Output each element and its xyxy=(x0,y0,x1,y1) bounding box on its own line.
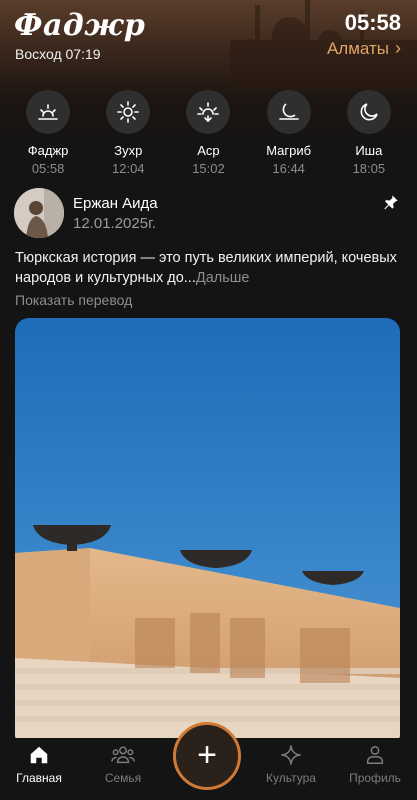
post-date: 12.01.2025г. xyxy=(73,214,156,232)
sunrise-time: Восход 07:19 xyxy=(15,46,101,62)
moon-icon xyxy=(346,90,391,134)
profile-icon xyxy=(366,746,384,764)
plus-icon: + xyxy=(197,735,217,774)
prayer-time: 18:05 xyxy=(352,161,386,176)
current-prayer-title: Фаджр xyxy=(14,8,146,43)
sunrise-icon xyxy=(26,90,71,134)
nav-home-label: Главная xyxy=(16,771,62,785)
add-post-button[interactable]: + xyxy=(173,722,241,790)
prayer-dhuhr[interactable]: Зухр 12:04 xyxy=(95,90,161,176)
sparkle-icon xyxy=(281,745,301,765)
city-label: Алматы xyxy=(326,38,389,58)
prayer-times-row: Фаджр 05:58 Зухр 12:04 Аср 15:02 Магриб … xyxy=(0,90,417,176)
prayer-name: Аср xyxy=(197,143,220,158)
nav-profile-label: Профиль xyxy=(349,771,401,785)
home-icon xyxy=(30,746,48,764)
family-icon xyxy=(111,746,135,764)
nav-culture[interactable]: Культура xyxy=(256,744,326,785)
current-time: 05:58 xyxy=(344,10,401,35)
prayer-time: 15:02 xyxy=(192,161,225,176)
nav-home[interactable]: Главная xyxy=(4,744,74,785)
nav-family-label: Семья xyxy=(104,771,142,785)
nav-culture-label: Культура xyxy=(266,771,316,785)
sun-icon xyxy=(106,90,151,134)
chevron-right-icon: › xyxy=(395,38,401,58)
nav-family[interactable]: Семья xyxy=(88,744,158,785)
pin-icon[interactable] xyxy=(383,194,399,215)
prayer-name: Магриб xyxy=(266,143,312,158)
avatar[interactable] xyxy=(14,188,64,238)
prayer-fajr[interactable]: Фаджр 05:58 xyxy=(15,90,81,176)
post-header: Ержан Аида 12.01.2025г. xyxy=(14,188,158,238)
prayer-isha[interactable]: Иша 18:05 xyxy=(336,90,402,176)
read-more-link[interactable]: Дальше xyxy=(196,270,250,286)
post-text: Тюркская история — это путь великих импе… xyxy=(15,248,405,288)
city-selector[interactable]: Алматы › xyxy=(327,38,401,59)
prayer-time: 16:44 xyxy=(272,161,305,176)
prayer-asr[interactable]: Аср 15:02 xyxy=(175,90,241,176)
sun-down-icon xyxy=(186,90,231,134)
nav-profile[interactable]: Профиль xyxy=(340,744,410,785)
prayer-maghrib[interactable]: Магриб 16:44 xyxy=(256,90,322,176)
author-name[interactable]: Ержан Аида xyxy=(73,195,158,212)
prayer-name: Зухр xyxy=(114,143,143,158)
show-translation-link[interactable]: Показать перевод xyxy=(15,292,132,308)
prayer-time: 12:04 xyxy=(112,161,145,176)
sunset-moon-icon xyxy=(266,90,311,134)
prayer-name: Фаджр xyxy=(27,143,69,158)
post-image[interactable] xyxy=(15,318,400,748)
prayer-name: Иша xyxy=(355,143,383,158)
prayer-time: 05:58 xyxy=(31,161,65,176)
